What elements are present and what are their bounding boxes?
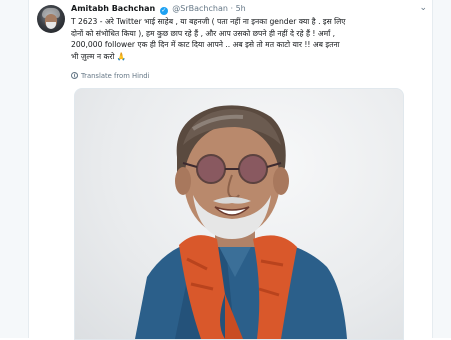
translate-link[interactable]: Translate from Hindi bbox=[71, 72, 150, 80]
tweet-header: Amitabh Bachchan ✓ @SrBachchan · 5h bbox=[71, 4, 246, 15]
tweet-text-line: T 2623 - अरे Twitter भाई साहेब , या बहनज… bbox=[71, 17, 346, 26]
chevron-down-icon[interactable]: ⌄ bbox=[419, 3, 427, 13]
author-name[interactable]: Amitabh Bachchan bbox=[71, 4, 155, 13]
author-handle[interactable]: @SrBachchan bbox=[172, 4, 228, 13]
translate-label: Translate from Hindi bbox=[81, 72, 150, 80]
tweet-text-line: दोनों को संभोधित किया ), हम कुछ छाप रहे … bbox=[71, 28, 336, 38]
globe-icon bbox=[71, 72, 78, 79]
tweet-text: T 2623 - अरे Twitter भाई साहेब , या बहनज… bbox=[71, 16, 427, 62]
tweet-time[interactable]: 5h bbox=[236, 4, 246, 13]
tweet-card[interactable]: Amitabh Bachchan ✓ @SrBachchan · 5h ⌄ T … bbox=[29, 0, 432, 340]
tweet-media-photo[interactable] bbox=[74, 88, 404, 340]
header-separator: · bbox=[230, 4, 234, 13]
tweet-text-line: 200,000 follower एक ही दिन में काट दिया … bbox=[71, 40, 340, 49]
page-gutter-right bbox=[432, 0, 451, 338]
tweet-text-line: भी ज़ुल्म न करो 🙏 bbox=[71, 51, 127, 61]
avatar[interactable] bbox=[37, 5, 65, 33]
verified-badge-icon: ✓ bbox=[159, 7, 168, 15]
page-gutter-left bbox=[0, 0, 29, 338]
